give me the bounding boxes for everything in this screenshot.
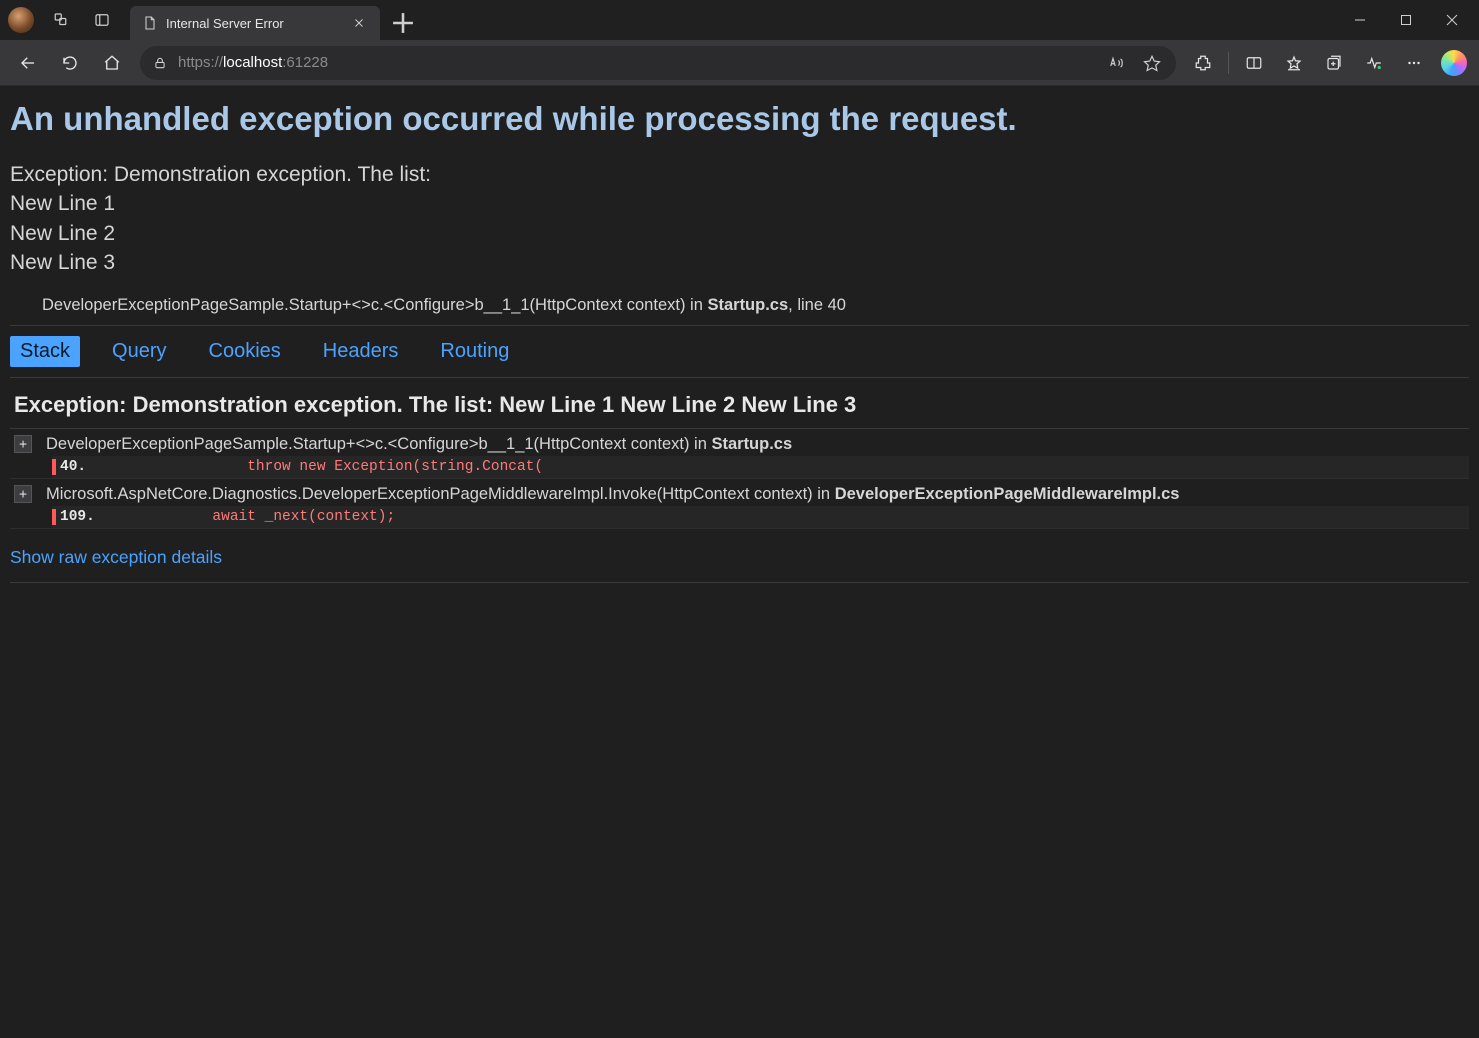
file-icon [142, 15, 158, 31]
frame-callsite-text: DeveloperExceptionPageSample.Startup+<>c… [46, 435, 711, 453]
expand-frame-button[interactable]: + [14, 435, 32, 453]
collections-icon[interactable] [1315, 43, 1353, 83]
stack-frame-callsite: DeveloperExceptionPageSample.Startup+<>c… [46, 435, 792, 454]
workspaces-icon[interactable] [42, 0, 82, 40]
tab-query[interactable]: Query [102, 336, 176, 367]
toolbar-separator [1228, 52, 1229, 74]
copilot-icon[interactable] [1441, 50, 1467, 76]
window-titlebar: Internal Server Error [0, 0, 1479, 40]
tab-actions-icon[interactable] [82, 0, 122, 40]
source-file: Startup.cs [707, 296, 788, 314]
page-content: An unhandled exception occurred while pr… [0, 86, 1479, 1038]
address-bar[interactable]: https://localhost:61228 [140, 46, 1176, 80]
favorites-list-icon[interactable] [1275, 43, 1313, 83]
stack-frame: + DeveloperExceptionPageSample.Startup+<… [10, 429, 1469, 479]
refresh-button[interactable] [50, 43, 90, 83]
code-text: throw new Exception(string.Concat( [108, 459, 543, 475]
line-number: 40. [60, 459, 108, 475]
browser-toolbar: https://localhost:61228 [0, 40, 1479, 86]
error-marker [52, 459, 56, 475]
code-line: 40. throw new Exception(string.Concat( [52, 456, 1469, 478]
browser-tab[interactable]: Internal Server Error [130, 6, 380, 40]
back-button[interactable] [8, 43, 48, 83]
extensions-icon[interactable] [1184, 43, 1222, 83]
url-host: localhost [223, 54, 282, 71]
lock-icon [152, 55, 168, 71]
tab-stack[interactable]: Stack [10, 336, 80, 367]
maximize-button[interactable] [1383, 0, 1429, 40]
close-window-button[interactable] [1429, 0, 1475, 40]
more-menu-icon[interactable] [1395, 43, 1433, 83]
frame-callsite-text: Microsoft.AspNetCore.Diagnostics.Develop… [46, 485, 835, 503]
url-scheme: https:// [178, 54, 223, 71]
tab-routing[interactable]: Routing [430, 336, 519, 367]
tab-cookies[interactable]: Cookies [199, 336, 291, 367]
detail-tabs: Stack Query Cookies Headers Routing [10, 326, 1469, 378]
close-tab-button[interactable] [348, 12, 370, 34]
read-aloud-icon[interactable] [1106, 53, 1126, 73]
expand-frame-button[interactable]: + [14, 485, 32, 503]
divider [10, 582, 1469, 583]
line-number: 109. [60, 509, 108, 525]
split-screen-icon[interactable] [1235, 43, 1273, 83]
stack-frame-header: + DeveloperExceptionPageSample.Startup+<… [10, 429, 1469, 456]
stack-section-heading: Exception: Demonstration exception. The … [10, 378, 1469, 429]
home-button[interactable] [92, 43, 132, 83]
code-line: 109. await _next(context); [52, 506, 1469, 528]
favorite-icon[interactable] [1142, 53, 1162, 73]
minimize-button[interactable] [1337, 0, 1383, 40]
show-raw-link[interactable]: Show raw exception details [10, 547, 222, 576]
new-tab-button[interactable] [386, 6, 420, 40]
frame-file: Startup.cs [711, 435, 792, 453]
stack-frame-callsite: Microsoft.AspNetCore.Diagnostics.Develop… [46, 485, 1180, 504]
source-line: , line 40 [788, 296, 846, 314]
code-text: await _next(context); [108, 509, 395, 525]
window-controls [1337, 0, 1475, 40]
stack-frame-header: + Microsoft.AspNetCore.Diagnostics.Devel… [10, 479, 1469, 506]
frame-file: DeveloperExceptionPageMiddlewareImpl.cs [835, 485, 1180, 503]
exception-message: Exception: Demonstration exception. The … [10, 160, 1469, 278]
stack-frame: + Microsoft.AspNetCore.Diagnostics.Devel… [10, 479, 1469, 529]
toolbar-right [1184, 43, 1471, 83]
exception-source: DeveloperExceptionPageSample.Startup+<>c… [42, 296, 1469, 315]
performance-icon[interactable] [1355, 43, 1393, 83]
source-callsite: DeveloperExceptionPageSample.Startup+<>c… [42, 296, 707, 314]
url-text: https://localhost:61228 [178, 54, 328, 71]
tab-title: Internal Server Error [166, 16, 284, 31]
error-marker [52, 509, 56, 525]
profile-avatar[interactable] [8, 7, 34, 33]
page-title: An unhandled exception occurred while pr… [10, 100, 1469, 138]
tab-headers[interactable]: Headers [313, 336, 409, 367]
url-port: :61228 [282, 54, 328, 71]
